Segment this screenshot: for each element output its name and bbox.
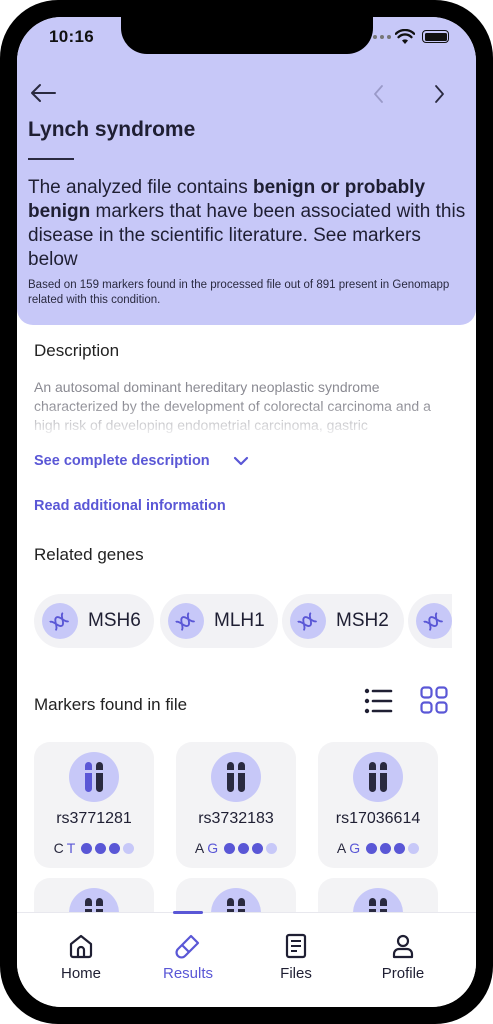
allele-1: A — [336, 840, 347, 856]
previous-button[interactable] — [369, 83, 389, 105]
phone-frame: 10:16 Lynch syndrome The analyzed file c… — [0, 0, 493, 1024]
title-underline — [28, 158, 74, 160]
dna-icon — [416, 603, 452, 639]
level-dot-filled — [81, 842, 93, 854]
marker-rs-id: rs17036614 — [335, 810, 421, 827]
evidence-level-dots — [224, 842, 278, 854]
gene-label: MLH1 — [214, 610, 265, 631]
level-dot-filled — [238, 842, 250, 854]
tab-label: Files — [280, 965, 312, 982]
read-additional-information-link[interactable]: Read additional information — [34, 498, 226, 514]
level-dot-filled — [109, 842, 121, 854]
next-button[interactable] — [429, 83, 449, 105]
marker-rs-id: rs3771281 — [56, 810, 132, 827]
genotype: CT — [34, 840, 154, 856]
tab-label: Profile — [381, 965, 425, 982]
headline-text-2: markers that have been associated with t… — [28, 201, 466, 270]
test-tube-icon — [175, 933, 201, 959]
level-dot-filled — [224, 842, 236, 854]
active-tab-indicator — [173, 911, 203, 914]
allele-2: G — [349, 840, 361, 856]
genotype: AG — [318, 840, 438, 856]
level-dot-filled — [380, 842, 392, 854]
disease-header: 10:16 Lynch syndrome The analyzed file c… — [17, 17, 476, 325]
home-icon — [68, 933, 94, 959]
allele-2: G — [207, 840, 219, 856]
tab-files[interactable]: Files — [246, 913, 346, 1007]
tab-label: Home — [60, 965, 101, 982]
evidence-level-dots — [366, 842, 420, 854]
tab-results[interactable]: Results — [138, 911, 238, 1007]
result-headline: The analyzed file contains benign or pro… — [28, 176, 468, 272]
chromosome-icon — [211, 752, 261, 802]
genotype: AG — [176, 840, 296, 856]
description-text: An autosomal dominant hereditary neoplas… — [34, 379, 431, 433]
chromosome-icon — [353, 888, 403, 912]
level-dot-filled — [394, 842, 406, 854]
grid-view-icon[interactable] — [420, 686, 448, 714]
screen: 10:16 Lynch syndrome The analyzed file c… — [17, 17, 476, 1007]
arrow-left-icon — [31, 84, 56, 102]
back-button[interactable] — [27, 81, 59, 105]
status-time: 10:16 — [49, 27, 94, 46]
gene-chip[interactable]: MLH1 — [160, 594, 278, 648]
file-icon — [284, 933, 308, 959]
chromosome-icon — [211, 888, 261, 912]
evidence-level-dots — [81, 842, 135, 854]
tab-label: Results — [162, 965, 214, 982]
signal-dots-icon — [373, 35, 391, 39]
page-title: Lynch syndrome — [28, 118, 196, 141]
description-title: Description — [34, 341, 120, 360]
level-dot-empty — [266, 842, 278, 854]
marker-card[interactable]: rs17036614 AG — [318, 742, 438, 868]
wifi-icon — [395, 29, 415, 44]
markers-count-note: Based on 159 markers found in the proces… — [28, 279, 450, 306]
gene-chip[interactable]: MSH2 — [282, 594, 404, 648]
chevron-down-icon[interactable] — [233, 454, 249, 468]
see-complete-description-link[interactable]: See complete description — [34, 453, 210, 469]
gene-chip[interactable]: MSH6 — [34, 594, 154, 648]
marker-card[interactable] — [34, 878, 154, 912]
level-dot-filled — [366, 842, 378, 854]
chromosome-icon — [69, 888, 119, 912]
tab-home[interactable]: Home — [31, 913, 131, 1007]
marker-card[interactable]: rs3732183 AG — [176, 742, 296, 868]
list-view-icon[interactable] — [363, 686, 393, 716]
gene-chip[interactable] — [408, 594, 452, 648]
dna-icon — [168, 603, 204, 639]
allele-1: A — [194, 840, 205, 856]
tab-profile[interactable]: Profile — [353, 913, 453, 1007]
gene-label: MSH6 — [88, 610, 141, 631]
marker-rs-id: rs3732183 — [198, 810, 274, 827]
allele-2: T — [66, 840, 76, 856]
bottom-tab-bar: Home Results Files Profile — [17, 911, 476, 1007]
gene-label: MSH2 — [336, 610, 389, 631]
level-dot-filled — [95, 842, 107, 854]
headline-text-1: The analyzed file contains — [28, 177, 253, 198]
chromosome-icon — [69, 752, 119, 802]
related-genes-title: Related genes — [34, 545, 144, 564]
chromosome-icon — [353, 752, 403, 802]
user-icon — [391, 933, 415, 959]
marker-card[interactable] — [318, 878, 438, 912]
level-dot-filled — [252, 842, 264, 854]
marker-card[interactable]: rs3771281 CT — [34, 742, 154, 868]
dna-icon — [42, 603, 78, 639]
dna-icon — [290, 603, 326, 639]
battery-icon — [422, 30, 449, 43]
markers-grid: rs3771281 CT rs3732183 AG rs17036614 AG — [34, 742, 464, 912]
notch — [121, 17, 373, 54]
level-dot-empty — [123, 842, 135, 854]
marker-card[interactable] — [176, 878, 296, 912]
allele-1: C — [53, 840, 64, 856]
related-genes-list[interactable]: MSH6 MLH1 MSH2 — [34, 594, 452, 648]
markers-title: Markers found in file — [34, 695, 188, 714]
level-dot-empty — [408, 842, 420, 854]
